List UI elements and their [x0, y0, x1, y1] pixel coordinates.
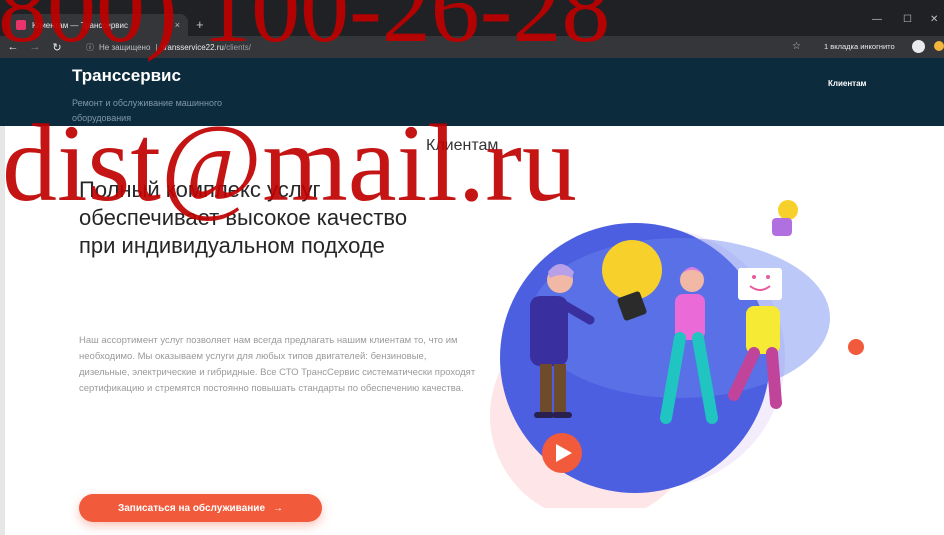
accent-dot	[848, 339, 864, 355]
url-host: transservice22.ru	[162, 42, 224, 52]
maximize-icon[interactable]: ☐	[903, 14, 912, 25]
screen: Клиентам — Транссервис × + — ☐ ✕ ← → ↻ ⓘ…	[0, 0, 944, 535]
browser-toolbar: ← → ↻ ⓘ Не защищено | transservice22.ru/…	[0, 36, 944, 58]
site-logo-text[interactable]: Транссервис	[72, 66, 181, 86]
book-service-button[interactable]: Записаться на обслуживание →	[79, 494, 322, 522]
new-tab-button[interactable]: +	[196, 17, 204, 32]
site-favicon-icon	[16, 20, 26, 30]
url-path: /clients/	[223, 42, 251, 52]
forward-icon[interactable]: →	[26, 41, 44, 53]
incognito-icon[interactable]	[912, 40, 925, 53]
minimize-icon[interactable]: —	[872, 14, 882, 25]
address-separator: |	[155, 42, 158, 52]
arrow-right-icon: →	[273, 502, 284, 514]
tab-title: Клиентам — Транссервис	[32, 20, 129, 30]
hero-description: Наш ассортимент услуг позволяет нам всег…	[79, 335, 476, 394]
site-header: Транссервис Ремонт и обслуживание машинн…	[0, 58, 944, 126]
incognito-label: 1 вкладка инкогнито	[824, 42, 895, 51]
hero-illustration	[490, 200, 864, 508]
security-label: Не защищено	[99, 42, 151, 52]
play-video-button[interactable]	[542, 433, 582, 473]
close-window-icon[interactable]: ✕	[930, 14, 938, 25]
back-icon[interactable]: ←	[4, 41, 22, 53]
close-tab-icon[interactable]: ×	[175, 20, 180, 30]
browser-tab[interactable]: Клиентам — Транссервис ×	[8, 14, 188, 36]
profile-menu-icon[interactable]	[934, 41, 944, 51]
page-title: Клиентам	[426, 137, 499, 154]
site-tagline: Ремонт и обслуживание машинного оборудов…	[72, 98, 223, 123]
reload-icon[interactable]: ↻	[48, 41, 66, 54]
nav-link-clients[interactable]: Клиентам	[828, 79, 866, 88]
page-edge	[0, 126, 5, 535]
browser-tab-bar: Клиентам — Транссервис × + — ☐ ✕	[0, 0, 944, 36]
hero-title: Полный комплекс услуг обеспечивает высок…	[79, 177, 408, 258]
bookmark-star-icon[interactable]: ☆	[792, 41, 801, 52]
small-figure-on-bulb	[772, 200, 798, 236]
info-icon[interactable]: ⓘ	[86, 42, 94, 53]
book-service-label: Записаться на обслуживание	[117, 502, 266, 514]
address-bar[interactable]: ⓘ Не защищено | transservice22.ru/client…	[86, 39, 801, 55]
